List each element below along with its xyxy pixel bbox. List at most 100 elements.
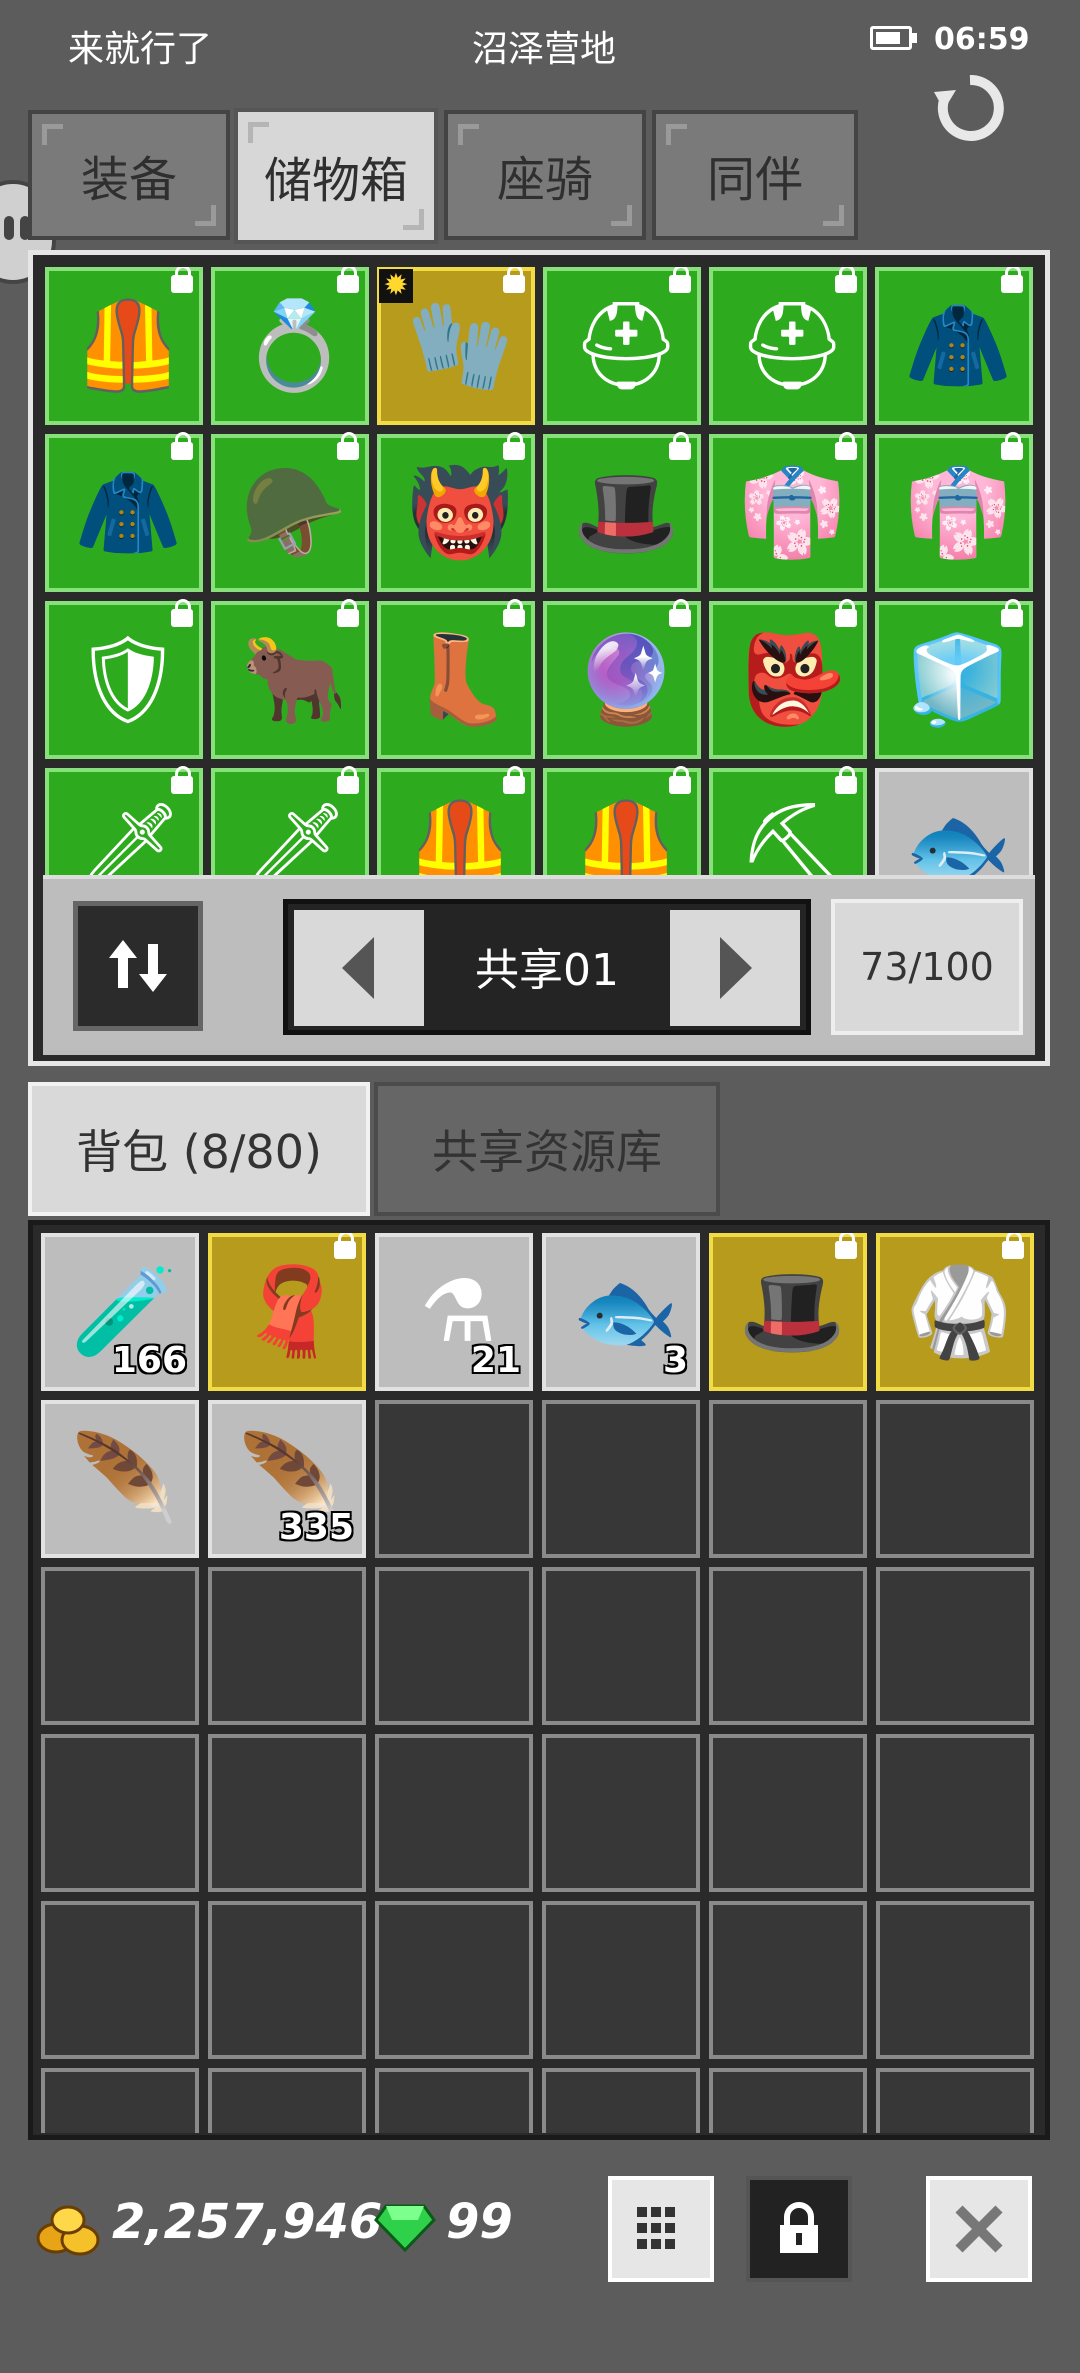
backpack-slot[interactable] xyxy=(876,2068,1034,2133)
red-sword-icon: 🗡 xyxy=(73,797,183,877)
storage-slot[interactable]: 👢 xyxy=(377,599,535,759)
tab-companion[interactable]: 同伴 xyxy=(652,110,858,240)
lock-icon xyxy=(835,432,857,462)
storage-slot[interactable]: 🦺 xyxy=(543,766,701,877)
storage-slot[interactable]: 🔮 xyxy=(543,599,701,759)
backpack-slot[interactable] xyxy=(542,1901,700,2059)
backpack-slot[interactable] xyxy=(876,1567,1034,1725)
lock-icon xyxy=(337,267,359,295)
backpack-slot[interactable]: 🎩 xyxy=(709,1233,867,1391)
lock-icon xyxy=(337,432,359,462)
storage-slot[interactable]: 🧥 xyxy=(875,267,1033,425)
backpack-slot[interactable] xyxy=(709,1567,867,1725)
storage-slot[interactable]: 👹 xyxy=(377,432,535,592)
backpack-slot[interactable] xyxy=(41,2068,199,2133)
backpack-slot[interactable] xyxy=(876,1901,1034,2059)
storage-slot[interactable]: 🧥 xyxy=(45,432,203,592)
storage-slot[interactable]: ⛏ xyxy=(709,766,867,877)
backpack-grid[interactable]: 🧪 166 🧣 ⚗ 21 🐟 3 🎩 🥋 🪶 🪶 335 xyxy=(41,1233,1041,2133)
red-robe-icon: 👘 xyxy=(738,463,846,563)
gauntlet-icon: 🧤 xyxy=(406,296,514,396)
backpack-slot[interactable] xyxy=(208,1567,366,1725)
backpack-slot[interactable] xyxy=(542,2068,700,2133)
backpack-slot[interactable] xyxy=(41,1734,199,1892)
backpack-slot[interactable] xyxy=(41,1901,199,2059)
red-hat-icon: 🎩 xyxy=(572,463,680,563)
lock-toggle-button[interactable] xyxy=(746,2176,852,2282)
storage-slot[interactable]: 🦺 xyxy=(377,766,535,877)
backpack-slot[interactable] xyxy=(876,1734,1034,1892)
lock-icon xyxy=(669,432,691,462)
lock-icon xyxy=(835,599,857,629)
backpack-slot[interactable]: 🧣 xyxy=(208,1233,366,1391)
backpack-slot[interactable]: 🪶 xyxy=(41,1400,199,1558)
storage-panel: 🦺 💍 🧤 ✹ ⛑ ⛑ 🧥 🧥 🪖 👹 🎩 👘 👘 🛡 🐂 👢 🔮 👺 🧊 🗡 🗡 🦺 🦺 ⛏ 🐟 共享01 73/100 xyxy=(28,250,1050,1066)
dark-hat-icon: 🎩 xyxy=(738,1262,846,1362)
backpack-slot[interactable] xyxy=(375,1901,533,2059)
tab-backpack[interactable]: 背包 (8/80) xyxy=(28,1082,370,1216)
lock-icon xyxy=(503,432,525,462)
prev-page-button[interactable] xyxy=(294,910,424,1026)
red-cape-icon: 🧥 xyxy=(904,296,1012,396)
next-page-button[interactable] xyxy=(670,910,800,1026)
storage-slot[interactable]: 🦺 xyxy=(45,267,203,425)
storage-slot[interactable]: 🗡 xyxy=(45,766,203,877)
storage-slot[interactable]: ⛑ xyxy=(543,267,701,425)
backpack-slot[interactable]: 🐟 3 xyxy=(542,1233,700,1391)
bronze-helmet-icon: 🪖 xyxy=(240,463,348,563)
close-button[interactable] xyxy=(926,2176,1032,2282)
storage-slot[interactable]: 🧊 xyxy=(875,599,1033,759)
lock-icon xyxy=(669,766,691,796)
tab-equipment[interactable]: 装备 xyxy=(28,110,230,240)
sort-button[interactable] xyxy=(73,901,203,1031)
backpack-slot[interactable] xyxy=(375,1400,533,1558)
refresh-icon[interactable] xyxy=(930,68,1010,148)
backpack-slot[interactable] xyxy=(375,2068,533,2133)
backpack-slot[interactable]: 🧪 166 xyxy=(41,1233,199,1391)
backpack-slot[interactable] xyxy=(41,1567,199,1725)
tab-shared-resources[interactable]: 共享资源库 xyxy=(374,1082,720,1216)
backpack-slot[interactable] xyxy=(542,1567,700,1725)
gold-coins-icon xyxy=(36,2205,100,2256)
location-title: 沼泽营地 xyxy=(472,29,617,70)
storage-grid[interactable]: 🦺 💍 🧤 ✹ ⛑ ⛑ 🧥 🧥 🪖 👹 🎩 👘 👘 🛡 🐂 👢 🔮 👺 🧊 🗡 🗡 🦺 🦺 ⛏ 🐟 xyxy=(45,267,1041,877)
lock-icon xyxy=(1002,1233,1024,1261)
backpack-slot[interactable]: ⚗ 21 xyxy=(375,1233,533,1391)
backpack-slot[interactable]: 🥋 xyxy=(876,1233,1034,1391)
storage-slot[interactable]: 🗡 xyxy=(211,766,369,877)
storage-slot[interactable]: 🧤 ✹ xyxy=(377,267,535,425)
backpack-slot[interactable] xyxy=(709,1734,867,1892)
backpack-slot[interactable] xyxy=(208,2068,366,2133)
backpack-slot[interactable] xyxy=(876,1400,1034,1558)
backpack-slot[interactable] xyxy=(709,1400,867,1558)
storage-slot[interactable]: 💍 xyxy=(211,267,369,425)
storage-slot[interactable]: 🐟 xyxy=(875,768,1033,877)
backpack-slot[interactable] xyxy=(542,1734,700,1892)
storage-slot[interactable]: 👺 xyxy=(709,599,867,759)
storage-slot[interactable]: 🎩 xyxy=(543,432,701,592)
storage-slot[interactable]: 🐂 xyxy=(211,599,369,759)
horned-silver-helmet-icon: 🐂 xyxy=(240,630,348,730)
storage-slot[interactable]: 🪖 xyxy=(211,432,369,592)
lock-icon xyxy=(503,599,525,629)
backpack-slot[interactable] xyxy=(709,1901,867,2059)
backpack-slot[interactable] xyxy=(208,1734,366,1892)
backpack-slot[interactable] xyxy=(375,1567,533,1725)
tab-mount[interactable]: 座骑 xyxy=(444,110,646,240)
lock-icon xyxy=(835,766,857,796)
backpack-slot[interactable] xyxy=(709,2068,867,2133)
tab-label: 同伴 xyxy=(706,152,803,208)
tab-storage[interactable]: 储物箱 xyxy=(234,108,438,244)
grid-view-button[interactable] xyxy=(608,2176,714,2282)
backpack-slot[interactable]: 🪶 335 xyxy=(208,1400,366,1558)
storage-slot[interactable]: 🛡 xyxy=(45,599,203,759)
backpack-slot[interactable] xyxy=(208,1901,366,2059)
storage-slot[interactable]: 👘 xyxy=(709,432,867,592)
backpack-slot[interactable] xyxy=(375,1734,533,1892)
horned-red-helmet-icon: 👹 xyxy=(406,463,514,563)
storage-slot[interactable]: 👘 xyxy=(875,432,1033,592)
backpack-slot[interactable] xyxy=(542,1400,700,1558)
backpack-panel: 🧪 166 🧣 ⚗ 21 🐟 3 🎩 🥋 🪶 🪶 335 xyxy=(28,1220,1050,2140)
lock-icon xyxy=(171,432,193,462)
storage-slot[interactable]: ⛑ xyxy=(709,267,867,425)
